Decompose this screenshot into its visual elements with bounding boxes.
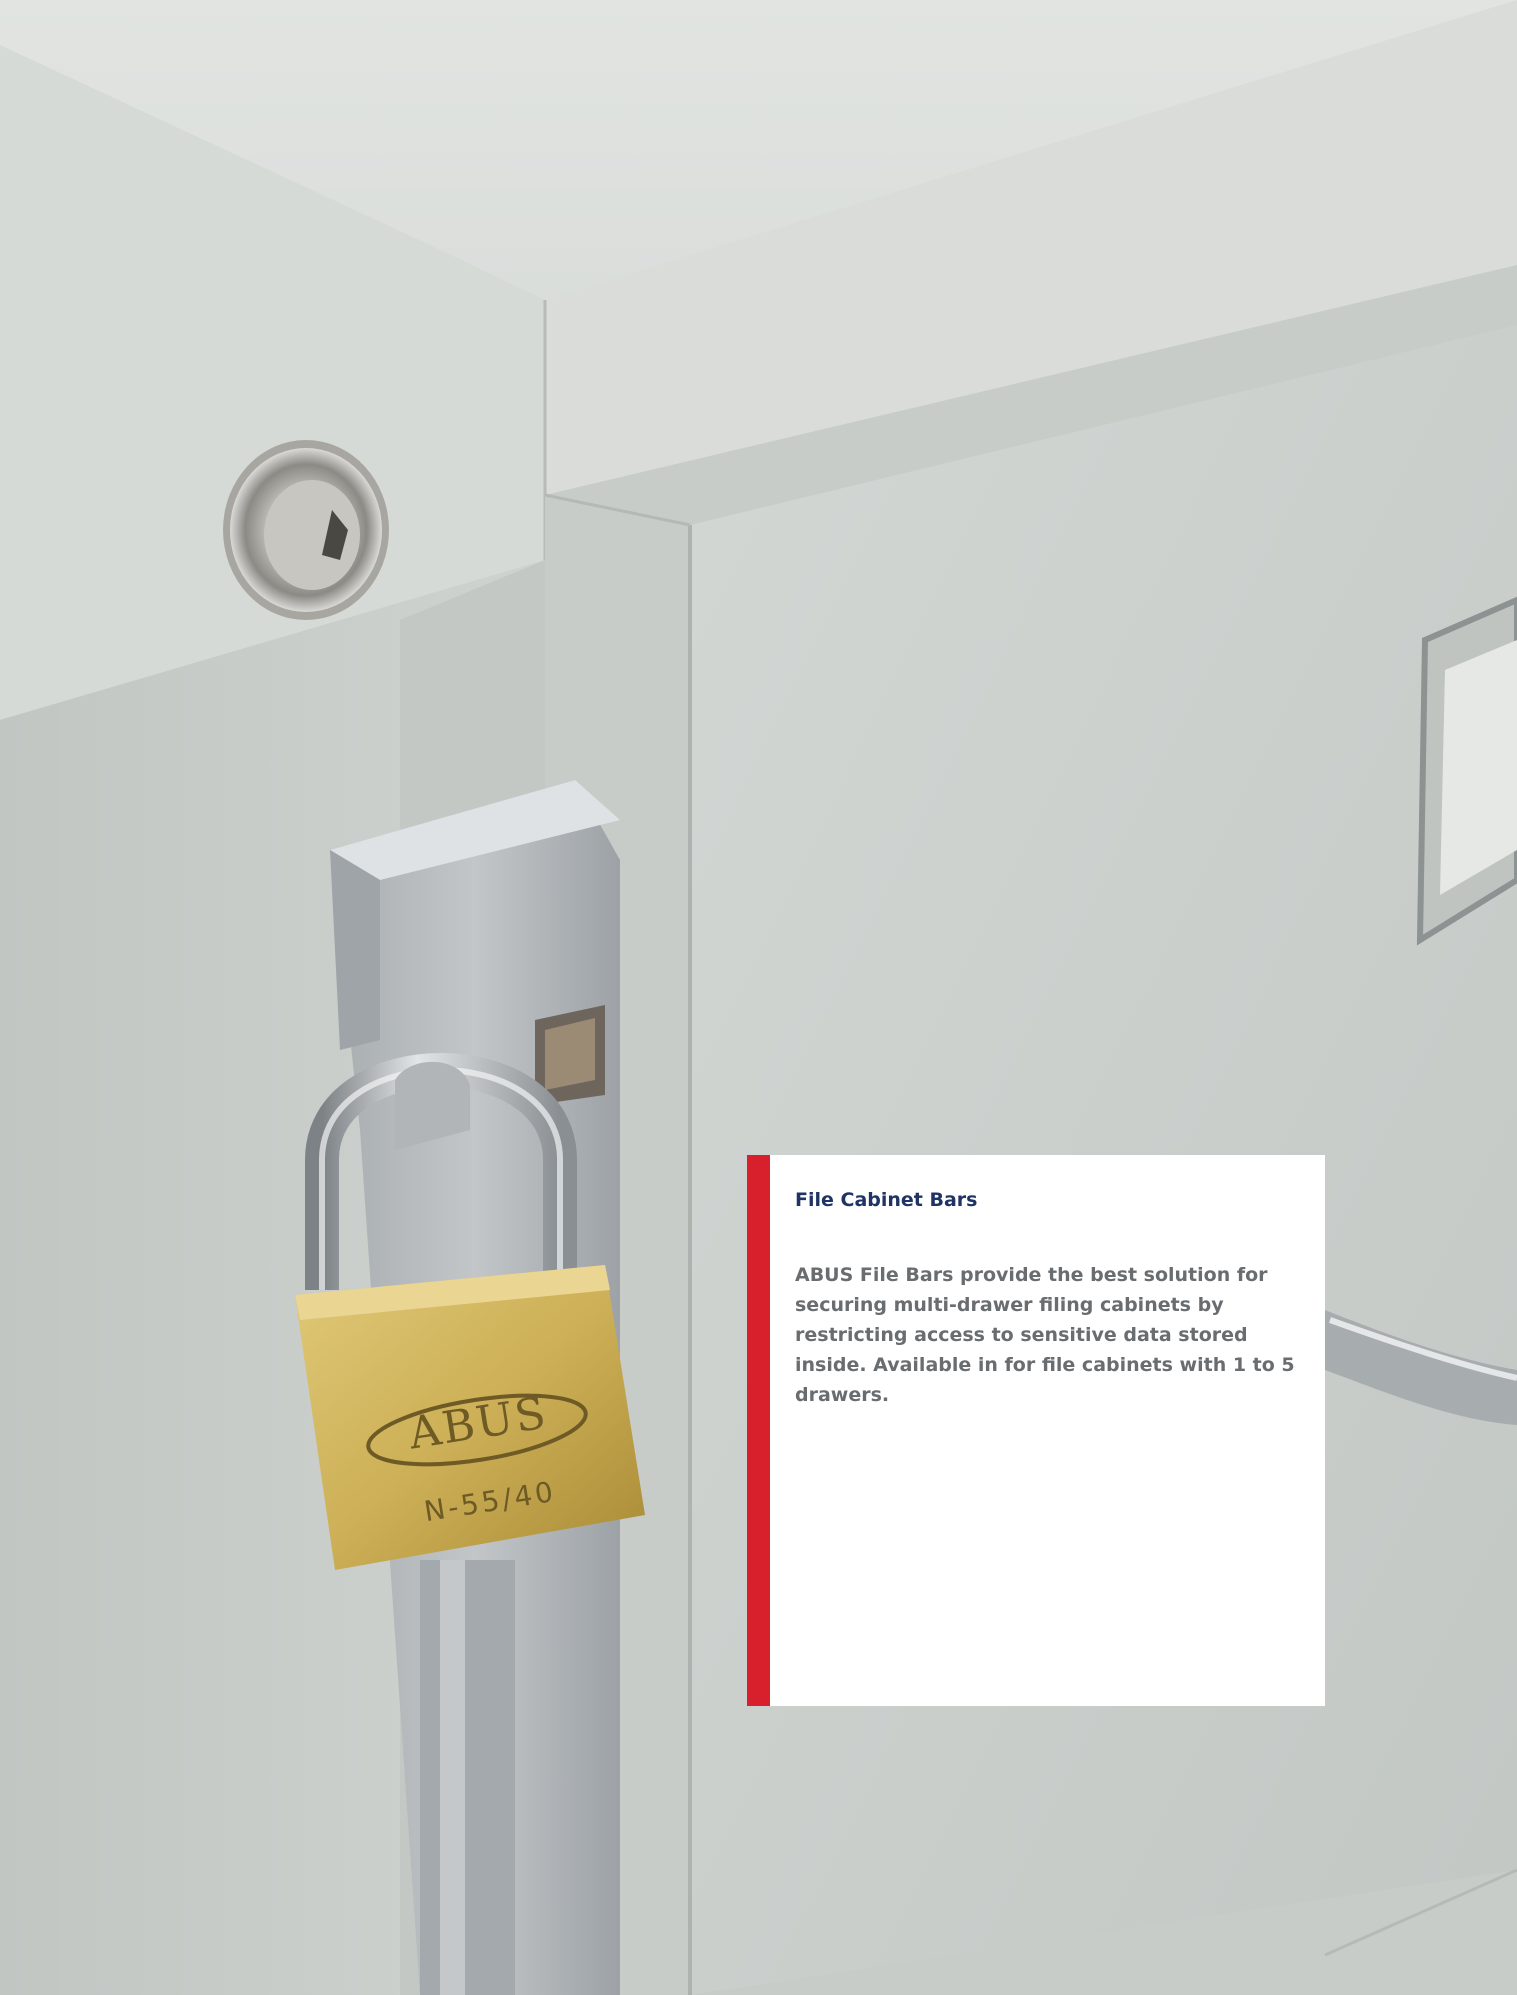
caption-card: File Cabinet Bars ABUS File Bars provide… (747, 1155, 1325, 1706)
caption-body: ABUS File Bars provide the best solution… (795, 1264, 1295, 1406)
caption-title: File Cabinet Bars (795, 1189, 978, 1211)
